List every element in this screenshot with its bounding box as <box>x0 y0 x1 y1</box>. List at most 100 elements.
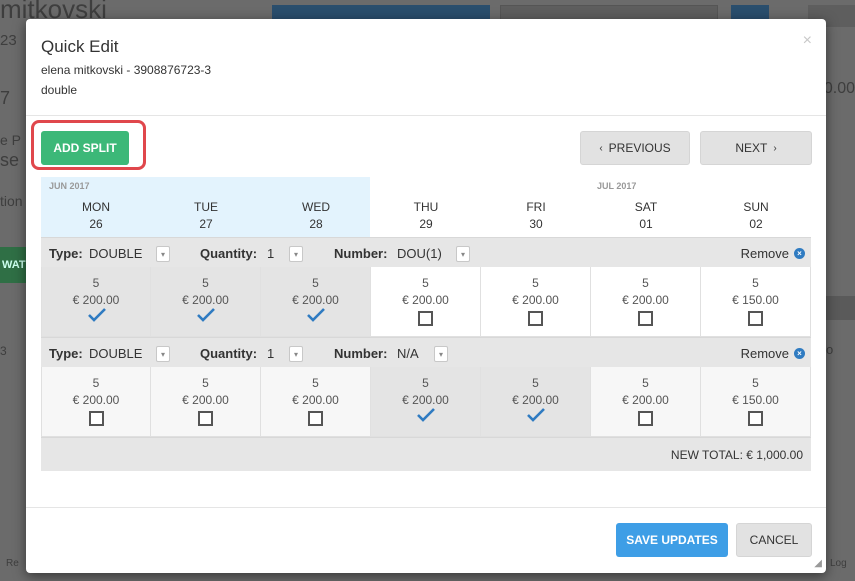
number-label: Number: <box>334 246 388 261</box>
split-bar: Type: DOUBLE ▾ Quantity: 1 ▾ Number: N/A ▾ Remove… <box>41 337 811 367</box>
new-total: NEW TOTAL: € 1,000.00 <box>670 448 803 462</box>
bg-green-button: WAT <box>0 247 26 283</box>
day-date: 01 <box>639 217 653 231</box>
availability-count: 5 <box>642 376 649 390</box>
day-header-3: THU 29 <box>371 199 481 233</box>
night-price: € 150.00 <box>732 293 779 307</box>
night-cell[interactable]: 5 € 200.00 <box>371 267 481 337</box>
type-dropdown[interactable]: ▾ <box>156 246 170 262</box>
night-cell[interactable]: 5 € 200.00 <box>41 267 151 337</box>
night-cell[interactable]: 5 € 200.00 <box>151 267 261 337</box>
bg-row-number: 3 <box>0 344 7 358</box>
night-cell[interactable]: 5 € 200.00 <box>591 267 701 337</box>
quantity-dropdown[interactable]: ▾ <box>289 346 303 362</box>
checkmark-icon[interactable] <box>88 307 106 323</box>
availability-count: 5 <box>312 276 319 290</box>
remove-split-link[interactable]: Remove <box>741 246 789 261</box>
quantity-dropdown[interactable]: ▾ <box>289 246 303 262</box>
availability-count: 5 <box>312 376 319 390</box>
previous-button[interactable]: ‹ PREVIOUS <box>580 131 690 165</box>
night-checkbox[interactable] <box>748 311 763 326</box>
chevron-left-icon: ‹ <box>599 142 603 154</box>
night-cell[interactable]: 5 € 150.00 <box>701 267 811 337</box>
remove-split-link[interactable]: Remove <box>741 346 789 361</box>
night-checkbox[interactable] <box>308 411 323 426</box>
remove-icon[interactable]: × <box>794 348 805 359</box>
cancel-button[interactable]: CANCEL <box>736 523 812 557</box>
previous-label: PREVIOUS <box>608 141 671 155</box>
night-cell[interactable]: 5 € 200.00 <box>481 367 591 437</box>
availability-count: 5 <box>422 376 429 390</box>
day-date: 26 <box>89 217 103 231</box>
save-updates-button[interactable]: SAVE UPDATES <box>616 523 728 557</box>
total-bar: NEW TOTAL: € 1,000.00 <box>41 437 811 471</box>
month-label-jul: JUL 2017 <box>597 181 637 191</box>
remove-icon[interactable]: × <box>794 248 805 259</box>
night-price: € 200.00 <box>72 393 120 407</box>
checkmark-icon[interactable] <box>197 307 215 323</box>
night-cell[interactable]: 5 € 200.00 <box>591 367 701 437</box>
night-cell[interactable]: 5 € 200.00 <box>261 267 371 337</box>
split-calendar: JUN 2017 JUL 2017 MON 26 TUE 27 WED 28 THU 29 FR… <box>41 177 811 471</box>
next-button[interactable]: NEXT › <box>700 131 812 165</box>
night-checkbox[interactable] <box>638 411 653 426</box>
day-date: 29 <box>419 217 433 231</box>
number-value: DOU(1) <box>397 246 442 261</box>
day-date: 27 <box>199 217 213 231</box>
add-split-button[interactable]: ADD SPLIT <box>41 131 129 165</box>
quantity-label: Quantity: <box>200 246 258 261</box>
night-checkbox[interactable] <box>528 311 543 326</box>
night-price: € 200.00 <box>182 293 229 307</box>
split-bar: Type: DOUBLE ▾ Quantity: 1 ▾ Number: DOU(1) ▾ Rem… <box>41 237 811 267</box>
night-checkbox[interactable] <box>638 311 653 326</box>
day-header-0: MON 26 <box>41 199 151 233</box>
day-of-week: SUN <box>743 200 769 214</box>
day-of-week: THU <box>413 200 439 214</box>
night-cell[interactable]: 5 € 200.00 <box>41 367 151 437</box>
day-header-6: SUN 02 <box>701 199 811 233</box>
number-dropdown[interactable]: ▾ <box>434 346 448 362</box>
bg-help-icon <box>826 296 855 320</box>
number-value: N/A <box>397 346 419 361</box>
availability-count: 5 <box>752 276 759 290</box>
night-checkbox[interactable] <box>89 411 104 426</box>
month-label-jun: JUN 2017 <box>49 181 90 191</box>
availability-count: 5 <box>92 376 100 390</box>
room-type: double <box>41 83 78 97</box>
bg-subtitle: 23 <box>0 32 17 49</box>
night-cell[interactable]: 5 € 200.00 <box>261 367 371 437</box>
quick-edit-modal: Quick Edit elena mitkovski - 3908876723-… <box>26 19 826 573</box>
bg-label-2: se <box>0 150 20 170</box>
day-date: 02 <box>749 217 763 231</box>
availability-count: 5 <box>752 376 759 390</box>
availability-count: 5 <box>532 376 539 390</box>
resize-handle-icon[interactable]: ◢ <box>814 558 822 569</box>
night-checkbox[interactable] <box>418 311 433 326</box>
night-price: € 200.00 <box>512 293 559 307</box>
split-row: 5 € 200.00 5 € 200.00 5 € 200.00 5 € 200.00 5 € 2… <box>41 267 811 337</box>
day-header-5: SAT 01 <box>591 199 701 233</box>
checkmark-icon[interactable] <box>417 407 435 423</box>
checkmark-icon[interactable] <box>527 407 545 423</box>
bg-number: 7 <box>0 88 11 108</box>
night-cell[interactable]: 5 € 200.00 <box>371 367 481 437</box>
bg-label: e P <box>0 132 22 148</box>
day-of-week: MON <box>82 200 110 214</box>
night-price: € 200.00 <box>402 293 449 307</box>
guest-info: elena mitkovski - 3908876723-3 <box>41 63 212 77</box>
split-row: 5 € 200.00 5 € 200.00 5 € 200.00 5 € 200.00 5 € 2… <box>41 367 811 437</box>
modal-header: Quick Edit elena mitkovski - 3908876723-… <box>26 19 826 116</box>
night-price: € 200.00 <box>402 393 449 407</box>
close-icon[interactable]: × <box>803 32 812 50</box>
night-checkbox[interactable] <box>198 411 213 426</box>
night-checkbox[interactable] <box>748 411 763 426</box>
number-dropdown[interactable]: ▾ <box>456 246 470 262</box>
type-dropdown[interactable]: ▾ <box>156 346 170 362</box>
night-price: € 200.00 <box>622 393 669 407</box>
night-price: € 200.00 <box>182 393 229 407</box>
checkmark-icon[interactable] <box>307 307 325 323</box>
night-cell[interactable]: 5 € 200.00 <box>481 267 591 337</box>
night-cell[interactable]: 5 € 200.00 <box>151 367 261 437</box>
day-header-1: TUE 27 <box>151 199 261 233</box>
night-cell[interactable]: 5 € 150.00 <box>701 367 811 437</box>
